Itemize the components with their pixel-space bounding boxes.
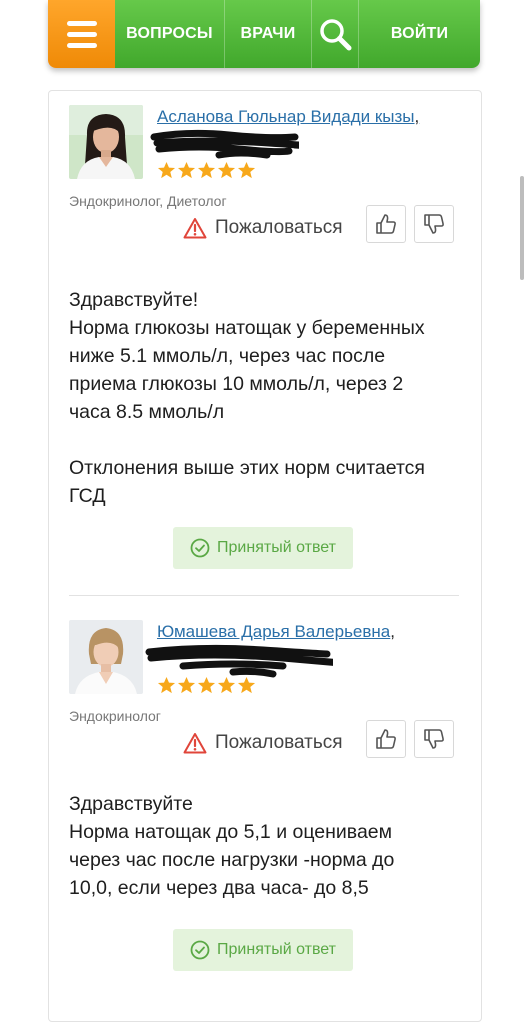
star-icon (237, 676, 256, 694)
star-icon (237, 161, 256, 179)
star-icon (197, 161, 216, 179)
menu-button[interactable] (48, 0, 115, 68)
like-button[interactable] (366, 720, 406, 758)
page-scrollbar[interactable] (520, 176, 524, 280)
doctor-name-link[interactable]: Асланова Гюльнар Видади кызы, (157, 107, 419, 127)
redacted-scribble (150, 129, 299, 159)
accepted-label: Принятый ответ (217, 941, 336, 958)
dislike-button[interactable] (414, 205, 454, 243)
complain-label: Пожаловаться (215, 732, 343, 753)
star-icon (197, 676, 216, 694)
doctor-specialty: Эндокринолог, Диетолог (69, 193, 227, 209)
answer-line: ниже 5.1 ммоль/л, через час после (69, 345, 386, 367)
hamburger-menu-icon (66, 20, 97, 26)
accepted-answer-badge: Принятый ответ (173, 929, 353, 971)
doctor-avatar[interactable] (69, 620, 143, 694)
star-icon (217, 161, 236, 179)
thumbs-up-icon (376, 214, 396, 234)
answer-line: Здравствуйте (69, 793, 193, 815)
answer-line: Здравствуйте! (69, 289, 199, 311)
rating-stars (157, 676, 256, 695)
star-icon (177, 161, 196, 179)
star-icon (157, 161, 176, 179)
answer-item: Юмашева Дарья Валерьевна, Эндокринолог П… (69, 620, 459, 1010)
answers-card: Асланова Гюльнар Видади кызы, Эндокринол… (48, 90, 482, 1022)
complain-link[interactable]: Пожаловаться (183, 732, 343, 754)
answer-line: Норма глюкозы натощак у беременных (69, 317, 425, 339)
redacted-scribble (145, 644, 333, 678)
answer-item: Асланова Гюльнар Видади кызы, Эндокринол… (69, 105, 459, 585)
nav-login[interactable]: ВОЙТИ (358, 0, 480, 68)
complain-label: Пожаловаться (215, 217, 343, 238)
nav-questions[interactable]: ВОПРОСЫ (115, 0, 224, 68)
top-navigation: ВОПРОСЫ ВРАЧИ ВОЙТИ (48, 0, 480, 68)
answer-line: через час после нагрузки -норма до (69, 849, 395, 871)
answers-divider (69, 595, 459, 596)
dislike-button[interactable] (414, 720, 454, 758)
doctor-name-link[interactable]: Юмашева Дарья Валерьевна, (157, 622, 395, 642)
nav-links: ВОПРОСЫ ВРАЧИ ВОЙТИ (115, 0, 480, 68)
doctor-specialty: Эндокринолог (69, 708, 161, 724)
like-button[interactable] (366, 205, 406, 243)
doctor-avatar[interactable] (69, 105, 143, 179)
search-icon (320, 19, 352, 51)
check-circle-icon (190, 940, 210, 960)
thumbs-up-icon (376, 729, 396, 749)
answer-line: часа 8.5 ммоль/л (69, 401, 225, 423)
star-icon (157, 676, 176, 694)
star-icon (177, 676, 196, 694)
warning-triangle-icon (183, 733, 207, 754)
search-button[interactable] (311, 0, 358, 68)
thumbs-down-icon (424, 729, 444, 749)
answer-line: 10,0, если через два часа- до 8,5 (69, 877, 369, 899)
rating-stars (157, 161, 256, 180)
answer-text: Здравствуйте! Норма глюкозы натощак у бе… (69, 286, 425, 510)
accepted-answer-badge: Принятый ответ (173, 527, 353, 569)
warning-triangle-icon (183, 218, 207, 239)
thumbs-down-icon (424, 214, 444, 234)
star-icon (217, 676, 236, 694)
accepted-label: Принятый ответ (217, 539, 336, 556)
nav-doctors[interactable]: ВРАЧИ (224, 0, 311, 68)
check-circle-icon (190, 538, 210, 558)
answer-line: ГСД (69, 485, 106, 507)
answer-line: Отклонения выше этих норм считается (69, 457, 425, 479)
answer-text: Здравствуйте Норма натощак до 5,1 и оцен… (69, 790, 394, 902)
complain-link[interactable]: Пожаловаться (183, 217, 343, 239)
answer-line: приема глюкозы 10 ммоль/л, через 2 (69, 373, 404, 395)
answer-line: Норма натощак до 5,1 и оцениваем (69, 821, 393, 843)
